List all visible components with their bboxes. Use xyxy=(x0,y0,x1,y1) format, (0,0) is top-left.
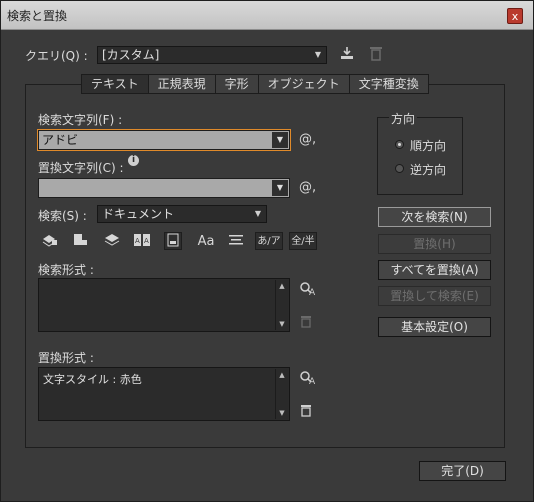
find-format-label: 検索形式 : xyxy=(38,263,94,277)
find-change-dialog: 検索と置換 x クエリ(Q) : [カスタム] ▼ テキスト 正規表現 字形 オ… xyxy=(0,0,534,502)
trash-icon[interactable] xyxy=(300,315,312,332)
tab-bar: テキスト 正規表現 字形 オブジェクト 文字種変換 xyxy=(81,74,429,94)
close-button[interactable]: x xyxy=(507,8,523,24)
tab-transliterate[interactable]: 文字種変換 xyxy=(349,74,429,94)
search-scope-dropdown[interactable]: ドキュメント ▼ xyxy=(97,205,267,223)
query-dropdown[interactable]: [カスタム] ▼ xyxy=(97,46,327,64)
chevron-down-icon: ▼ xyxy=(254,209,262,218)
forward-label[interactable]: 順方向 xyxy=(410,137,446,154)
direction-group xyxy=(377,117,463,195)
query-label: クエリ(Q) : xyxy=(25,49,88,63)
chevron-down-icon: ▼ xyxy=(314,50,322,59)
width-sensitive-icon[interactable]: 全/半 xyxy=(289,232,317,250)
change-format-value: 文字スタイル : 赤色 xyxy=(43,373,142,386)
scroll-up-icon[interactable]: ▲ xyxy=(276,369,288,381)
scroll-down-icon[interactable]: ▼ xyxy=(276,407,288,419)
svg-text:A: A xyxy=(309,377,316,386)
include-master-pages-icon[interactable]: AA xyxy=(133,233,151,251)
query-value: [カスタム] xyxy=(102,48,160,62)
kana-sensitive-icon[interactable]: あ/ア xyxy=(255,232,283,250)
include-hidden-layers-icon[interactable] xyxy=(103,233,121,251)
include-footnotes-icon[interactable] xyxy=(164,232,182,250)
change-format-label: 置換形式 : xyxy=(38,351,94,365)
find-what-label: 検索文字列(F) : xyxy=(38,113,123,127)
trash-icon[interactable] xyxy=(300,404,312,421)
include-locked-stories-icon[interactable] xyxy=(71,233,89,251)
fewer-options-button[interactable]: 基本設定(O) xyxy=(378,317,491,337)
tab-glyph[interactable]: 字形 xyxy=(215,74,259,94)
change-to-input[interactable]: ▼ xyxy=(38,178,290,198)
save-query-icon[interactable] xyxy=(339,45,355,65)
tab-grep[interactable]: 正規表現 xyxy=(148,74,216,94)
change-all-button[interactable]: すべてを置換(A) xyxy=(378,260,491,280)
info-icon[interactable]: i xyxy=(128,155,139,166)
change-find-button[interactable]: 置換して検索(E) xyxy=(378,286,491,306)
direction-title: 方向 xyxy=(389,110,418,127)
search-scope-value: ドキュメント xyxy=(102,207,175,221)
window-title: 検索と置換 xyxy=(7,9,68,23)
scroll-up-icon[interactable]: ▲ xyxy=(276,280,288,292)
forward-radio[interactable] xyxy=(395,140,404,149)
done-button[interactable]: 完了(D) xyxy=(419,461,506,481)
special-characters-find-icon[interactable]: @, xyxy=(299,132,316,147)
include-locked-layers-icon[interactable] xyxy=(41,233,59,251)
find-what-value: アドビ xyxy=(42,133,79,147)
svg-text:A: A xyxy=(309,288,316,297)
change-format-scrollbar[interactable]: ▲ ▼ xyxy=(275,369,288,419)
whole-word-icon[interactable] xyxy=(227,233,245,251)
change-button[interactable]: 置換(H) xyxy=(378,234,491,254)
search-scope-label: 検索(S) : xyxy=(38,209,87,223)
svg-text:A: A xyxy=(144,237,149,245)
change-format-box[interactable]: 文字スタイル : 赤色 ▲ ▼ xyxy=(38,367,290,421)
special-characters-change-icon[interactable]: @, xyxy=(299,180,316,195)
trash-icon[interactable] xyxy=(369,45,383,65)
chevron-down-icon[interactable]: ▼ xyxy=(272,132,288,148)
backward-radio[interactable] xyxy=(395,164,404,173)
find-format-scrollbar[interactable]: ▲ ▼ xyxy=(275,280,288,330)
scroll-down-icon[interactable]: ▼ xyxy=(276,318,288,330)
tab-text[interactable]: テキスト xyxy=(81,74,149,94)
svg-text:A: A xyxy=(135,237,140,245)
find-next-button[interactable]: 次を検索(N) xyxy=(378,207,491,227)
tab-object[interactable]: オブジェクト xyxy=(258,74,350,94)
find-format-box[interactable]: ▲ ▼ xyxy=(38,278,290,332)
change-to-label: 置換文字列(C) : xyxy=(38,161,124,175)
find-what-input[interactable]: アドビ ▼ xyxy=(37,129,291,151)
backward-label[interactable]: 逆方向 xyxy=(410,161,446,178)
title-bar[interactable]: 検索と置換 x xyxy=(1,1,533,30)
specify-find-format-icon[interactable]: A xyxy=(299,281,317,301)
case-sensitive-icon[interactable]: Aa xyxy=(195,233,217,251)
chevron-down-icon[interactable]: ▼ xyxy=(272,180,288,196)
specify-change-format-icon[interactable]: A xyxy=(299,370,317,390)
